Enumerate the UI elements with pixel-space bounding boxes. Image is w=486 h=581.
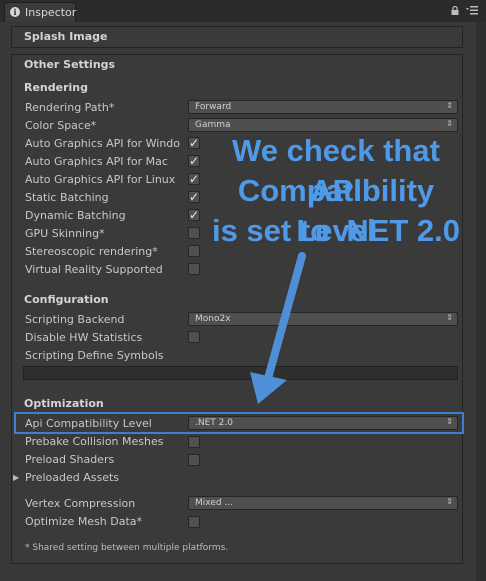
vr-supported-label: Virtual Reality Supported bbox=[25, 263, 163, 276]
tab-inspector[interactable]: i Inspector bbox=[4, 2, 76, 22]
scripting-backend-dropdown[interactable]: Mono2x ⇕ bbox=[188, 312, 458, 326]
shared-setting-footnote: * Shared setting between multiple platfo… bbox=[25, 543, 229, 553]
scripting-backend-label: Scripting Backend bbox=[25, 313, 125, 326]
tab-label: Inspector bbox=[25, 6, 77, 19]
scrollbar[interactable] bbox=[476, 22, 486, 581]
disable-hw-statistics-label: Disable HW Statistics bbox=[25, 331, 143, 344]
preload-shaders-checkbox[interactable] bbox=[188, 454, 200, 466]
splash-image-header[interactable]: Splash Image bbox=[24, 30, 108, 43]
color-space-label: Color Space* bbox=[25, 119, 97, 132]
annotation-line-3: is set to .NET 2.0 bbox=[211, 213, 461, 248]
prebake-collision-meshes-label: Prebake Collision Meshes bbox=[25, 435, 164, 448]
dropdown-arrow-icon: ⇕ bbox=[446, 119, 453, 128]
menu-icon[interactable] bbox=[466, 6, 478, 15]
prebake-collision-meshes-checkbox[interactable] bbox=[188, 436, 200, 448]
gpu-skinning-checkbox[interactable] bbox=[188, 227, 200, 239]
auto-graphics-linux-checkbox[interactable]: ✓ bbox=[188, 172, 200, 186]
dynamic-batching-label: Dynamic Batching bbox=[25, 209, 126, 222]
checkmark-icon: ✓ bbox=[189, 190, 200, 204]
stereoscopic-rendering-label: Stereoscopic rendering* bbox=[25, 245, 158, 258]
configuration-subheader: Configuration bbox=[24, 293, 109, 306]
checkmark-icon: ✓ bbox=[189, 136, 200, 150]
dropdown-arrow-icon: ⇕ bbox=[446, 313, 453, 322]
vertex-compression-value: Mixed ... bbox=[195, 498, 234, 508]
static-batching-label: Static Batching bbox=[25, 191, 109, 204]
lock-icon[interactable] bbox=[451, 6, 459, 15]
checkmark-icon: ✓ bbox=[189, 154, 200, 168]
checkmark-icon: ✓ bbox=[189, 172, 200, 186]
info-icon: i bbox=[10, 7, 20, 17]
tab-bar: i Inspector bbox=[0, 0, 486, 23]
dropdown-arrow-icon: ⇕ bbox=[446, 101, 453, 110]
checkmark-icon: ✓ bbox=[189, 208, 200, 222]
optimization-subheader: Optimization bbox=[24, 397, 104, 410]
api-level-highlight-box bbox=[14, 412, 464, 434]
scripting-backend-value: Mono2x bbox=[195, 314, 231, 324]
optimize-mesh-data-checkbox[interactable] bbox=[188, 516, 200, 528]
rendering-subheader: Rendering bbox=[24, 81, 88, 94]
other-settings-header[interactable]: Other Settings bbox=[24, 58, 115, 71]
scripting-define-symbols-input[interactable] bbox=[23, 366, 458, 380]
preload-shaders-label: Preload Shaders bbox=[25, 453, 115, 466]
rendering-path-dropdown[interactable]: Forward ⇕ bbox=[188, 100, 458, 114]
dropdown-arrow-icon: ⇕ bbox=[446, 497, 453, 506]
rendering-path-label: Rendering Path* bbox=[25, 101, 115, 114]
foldout-arrow-icon[interactable]: ▶ bbox=[13, 473, 19, 482]
auto-graphics-linux-label: Auto Graphics API for Linux bbox=[25, 173, 176, 186]
scripting-define-symbols-label: Scripting Define Symbols bbox=[25, 349, 164, 362]
color-space-value: Gamma bbox=[195, 120, 231, 130]
static-batching-checkbox[interactable]: ✓ bbox=[188, 190, 200, 204]
auto-graphics-mac-checkbox[interactable]: ✓ bbox=[188, 154, 200, 168]
auto-graphics-windows-label: Auto Graphics API for Windo bbox=[25, 137, 181, 150]
dynamic-batching-checkbox[interactable]: ✓ bbox=[188, 208, 200, 222]
vertex-compression-label: Vertex Compression bbox=[25, 497, 136, 510]
gpu-skinning-label: GPU Skinning* bbox=[25, 227, 105, 240]
color-space-dropdown[interactable]: Gamma ⇕ bbox=[188, 118, 458, 132]
disable-hw-statistics-checkbox[interactable] bbox=[188, 331, 200, 343]
stereoscopic-rendering-checkbox[interactable] bbox=[188, 245, 200, 257]
auto-graphics-windows-checkbox[interactable]: ✓ bbox=[188, 136, 200, 150]
preloaded-assets-foldout[interactable]: Preloaded Assets bbox=[25, 471, 119, 484]
vertex-compression-dropdown[interactable]: Mixed ... ⇕ bbox=[188, 496, 458, 510]
optimize-mesh-data-label: Optimize Mesh Data* bbox=[25, 515, 143, 528]
rendering-path-value: Forward bbox=[195, 102, 232, 112]
auto-graphics-mac-label: Auto Graphics API for Mac bbox=[25, 155, 168, 168]
vr-supported-checkbox[interactable] bbox=[188, 263, 200, 275]
